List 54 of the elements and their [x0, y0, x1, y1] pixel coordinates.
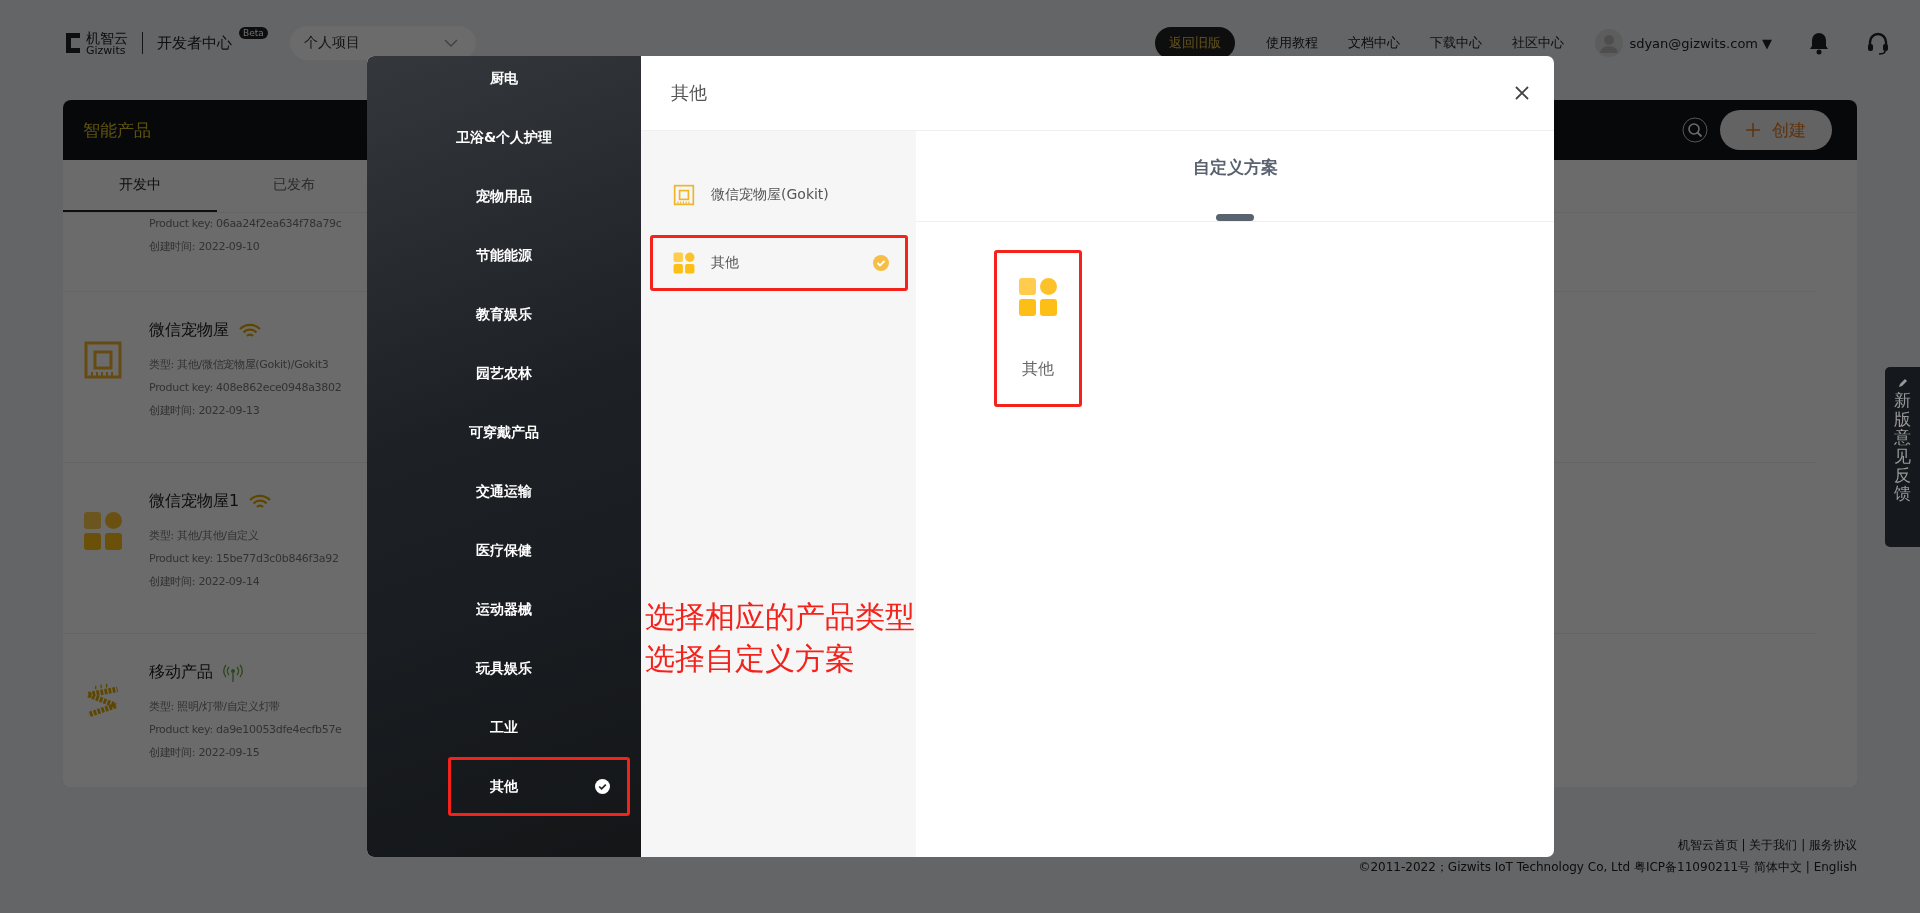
chevron-down-icon	[443, 39, 458, 47]
portal-title: 开发者中心	[157, 33, 232, 53]
scheme-tab[interactable]: 自定义方案	[1192, 131, 1278, 221]
copyright-text: ©2011-2022；Gizwits IoT Technology Co, Ltd 粤ICP备11090211号 简体中文 | English	[1358, 859, 1857, 876]
category-item[interactable]: 运动器械	[367, 580, 641, 639]
modal-title: 其他	[671, 81, 707, 105]
product-name[interactable]: 微信宠物屋1	[149, 491, 240, 512]
category-item[interactable]: 可穿戴产品	[367, 403, 641, 462]
solution-item[interactable]: 其他	[650, 235, 908, 291]
close-icon[interactable]	[1514, 85, 1530, 101]
product-name[interactable]: 微信宠物屋	[149, 320, 229, 341]
solution-item[interactable]: 微信宠物屋(Gokit)	[650, 167, 908, 223]
caret-icon[interactable]: ▼	[1762, 35, 1772, 51]
product-name[interactable]: 移动产品	[149, 662, 213, 683]
beta-badge: Beta	[239, 26, 268, 39]
category-item[interactable]: 其他	[367, 757, 641, 816]
nav-link[interactable]: 下载中心	[1430, 34, 1483, 52]
chip-icon	[83, 340, 123, 380]
category-item[interactable]: 医疗保健	[367, 521, 641, 580]
headset-icon[interactable]	[1866, 31, 1890, 55]
grid-icon	[83, 511, 123, 551]
antenna-icon	[223, 662, 243, 683]
logo-name: 机智云	[86, 30, 128, 45]
project-select[interactable]: 个人项目	[289, 26, 476, 60]
category-item[interactable]: 交通运输	[367, 462, 641, 521]
chip-icon	[673, 184, 695, 206]
plus-icon	[1746, 123, 1760, 137]
product-tab[interactable]: 开发中	[63, 160, 217, 212]
user-email[interactable]: sdyan@gizwits.com	[1629, 35, 1758, 51]
grid-icon	[673, 252, 695, 274]
scheme-card[interactable]: 其他	[994, 250, 1082, 407]
panel-title: 智能产品	[83, 118, 151, 142]
wifi-icon	[249, 493, 272, 510]
feedback-tab[interactable]: 新版意见反馈	[1885, 367, 1920, 547]
nav-link[interactable]: 社区中心	[1512, 34, 1565, 52]
annotation-text: 选择相应的产品类型	[645, 598, 915, 636]
footer-links: 机智云首页 | 关于我们 | 服务协议	[1676, 837, 1857, 854]
check-circle-icon	[873, 255, 889, 271]
grid-icon	[1018, 277, 1058, 317]
nav-link[interactable]: 文档中心	[1348, 34, 1401, 52]
annotation-text: 选择自定义方案	[645, 640, 856, 678]
search-icon[interactable]	[1682, 117, 1708, 143]
nav-link[interactable]: 使用教程	[1266, 34, 1319, 52]
category-item[interactable]: 教育娱乐	[367, 285, 641, 344]
category-item[interactable]: 工业	[367, 698, 641, 757]
category-item[interactable]: 园艺农林	[367, 344, 641, 403]
category-item[interactable]: 玩具娱乐	[367, 639, 641, 698]
pencil-icon	[1896, 377, 1909, 389]
wifi-icon	[239, 322, 261, 339]
check-circle-icon	[595, 779, 610, 794]
bell-icon[interactable]	[1808, 31, 1830, 55]
logo-subtitle: Gizwits	[86, 44, 126, 56]
category-item[interactable]: 节能能源	[367, 226, 641, 285]
logo-icon	[64, 31, 82, 55]
